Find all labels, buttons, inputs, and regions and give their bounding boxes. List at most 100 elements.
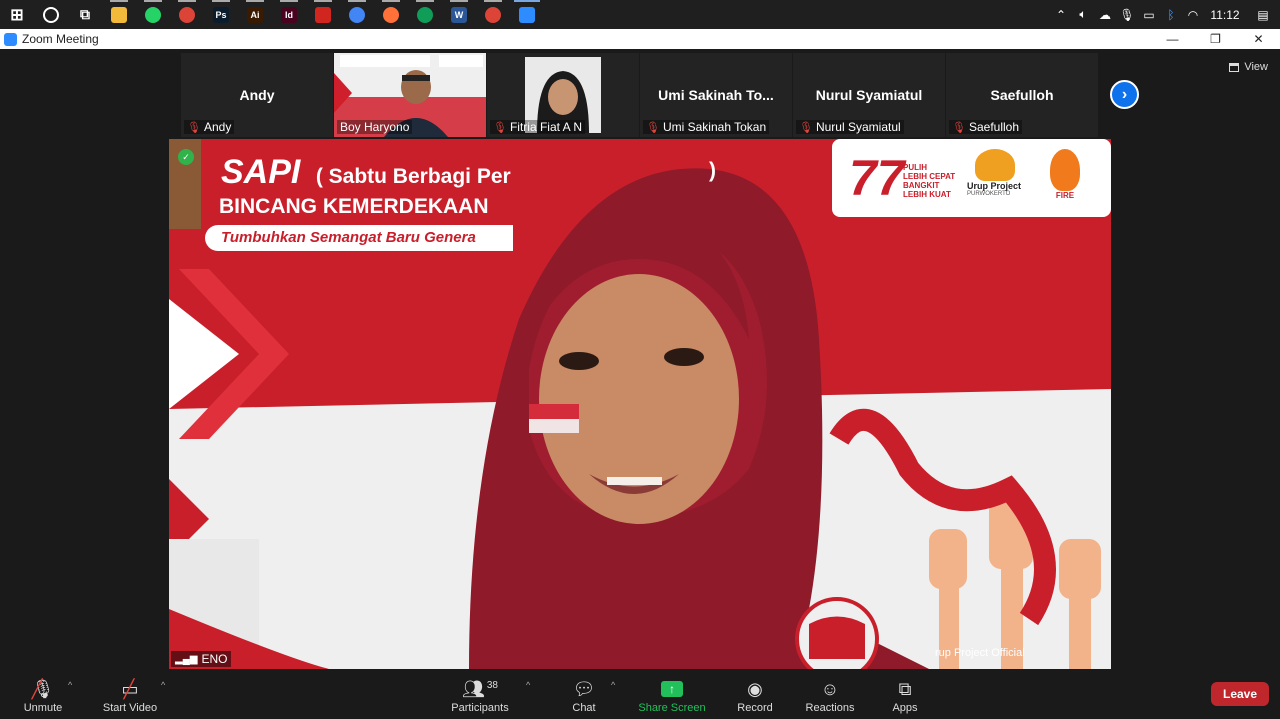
- battery-icon[interactable]: ▭: [1138, 0, 1160, 29]
- apps-button[interactable]: ⧉ Apps: [888, 670, 922, 719]
- chrome-glyph: [417, 6, 433, 23]
- view-button[interactable]: View: [1229, 61, 1268, 73]
- fire-flame-icon: [1050, 149, 1080, 191]
- participants-options-caret[interactable]: ^: [526, 680, 530, 690]
- illustrator-icon[interactable]: Ai: [238, 0, 272, 29]
- participant-name: Fitria Fiat A N: [509, 120, 582, 134]
- task-view-icon[interactable]: ⧉: [68, 0, 102, 29]
- share-screen-icon: ↑: [661, 681, 683, 697]
- volume-icon[interactable]: 🔈︎: [1072, 0, 1094, 29]
- fire-logo: FIRE: [1045, 149, 1085, 211]
- indesign-icon[interactable]: Id: [272, 0, 306, 29]
- logo-77: 77: [849, 150, 905, 206]
- whatsapp-glyph: [145, 6, 161, 23]
- close-button[interactable]: ✕: [1237, 29, 1280, 49]
- acrobat-icon[interactable]: [306, 0, 340, 29]
- participant-tile[interactable]: Nurul Syamiatul 🎙︎ Nurul Syamiatul: [793, 53, 945, 137]
- meeting-stage: View Andy 🎙︎ Andy Boy Haryono 🎙︎ Fitria …: [0, 49, 1280, 670]
- participants-button[interactable]: 👥︎ 38 Participants: [448, 670, 512, 719]
- participant-name: Saefulloh: [968, 120, 1020, 134]
- microphone-icon[interactable]: 🎙︎: [1116, 0, 1138, 29]
- window-title: Zoom Meeting: [22, 32, 99, 46]
- chevron-up-icon[interactable]: ⌃: [1050, 0, 1072, 29]
- participant-label: 🎙︎ Andy: [184, 120, 235, 134]
- photoshop-glyph: Ps: [213, 6, 229, 23]
- banner-line3: Tumbuhkan Semangat Baru Genera: [221, 229, 476, 246]
- next-page-button[interactable]: ›: [1110, 80, 1139, 109]
- bluetooth-icon[interactable]: ᛒ: [1160, 0, 1182, 29]
- minimize-button[interactable]: —: [1151, 29, 1194, 49]
- watermark-text: rup Project Official: [935, 647, 1025, 659]
- cloud-icon[interactable]: ☁︎: [1094, 0, 1116, 29]
- participant-tile[interactable]: 🎙︎ Fitria Fiat A N: [487, 53, 639, 137]
- record-button[interactable]: ◉ Record: [734, 670, 776, 719]
- tagline-line: BANGKIT: [903, 181, 940, 190]
- taskbar-apps: ⊞ ⧉ Ps Ai Id W: [0, 0, 544, 29]
- video-options-caret[interactable]: ^: [161, 680, 165, 690]
- participant-label: 🎙︎ Umi Sakinah Tokan: [643, 120, 770, 134]
- apps-icon: ⧉: [898, 679, 912, 699]
- banner-title: SAPI ( Sabtu Berbagi Per: [221, 153, 511, 192]
- mic-muted-icon: 🎙︎: [646, 121, 660, 134]
- windows-start-icon[interactable]: ⊞: [0, 0, 34, 29]
- participant-tile[interactable]: Andy 🎙︎ Andy: [181, 53, 333, 137]
- active-speaker-video[interactable]: SAPI ( Sabtu Berbagi Per ) BINCANG KEMER…: [169, 139, 1111, 669]
- mic-muted-icon: 🎙︎: [952, 121, 966, 134]
- logo-77-tagline: PULIH LEBIH CEPAT BANGKIT LEBIH KUAT: [903, 163, 955, 199]
- chrome-glyph: [179, 6, 195, 23]
- chrome-icon[interactable]: [476, 0, 510, 29]
- leave-button[interactable]: Leave: [1211, 682, 1269, 706]
- clock[interactable]: 11:12: [1204, 0, 1246, 29]
- zoom-glyph: [519, 6, 535, 23]
- apps-label: Apps: [892, 702, 918, 714]
- search-glyph: [43, 6, 59, 23]
- start-video-button[interactable]: ▭ ╱ Start Video: [98, 670, 162, 719]
- unmute-label: Unmute: [23, 702, 63, 714]
- chat-button[interactable]: 💬︎ Chat: [564, 670, 604, 719]
- search-icon[interactable]: [34, 0, 68, 29]
- task-view-glyph: ⧉: [80, 6, 90, 22]
- unmute-button[interactable]: 🎙︎ ╱ Unmute: [18, 670, 68, 719]
- chat-options-caret[interactable]: ^: [611, 680, 615, 690]
- mic-muted-icon: 🎙︎: [187, 121, 201, 134]
- start-video-label: Start Video: [102, 702, 158, 714]
- chrome-icon[interactable]: [340, 0, 374, 29]
- word-icon[interactable]: W: [442, 0, 476, 29]
- reactions-button[interactable]: ☺︎ Reactions: [802, 670, 858, 719]
- banner-subtitle: ( Sabtu Berbagi Per: [315, 165, 511, 188]
- zoom-icon[interactable]: [510, 0, 544, 29]
- participant-name: Andy: [203, 120, 232, 134]
- speaker-name: ENO: [201, 652, 228, 666]
- reactions-label: Reactions: [805, 702, 855, 714]
- wifi-icon[interactable]: ◠: [1182, 0, 1204, 29]
- mic-muted-icon: 🎙︎: [493, 121, 507, 134]
- firefox-icon[interactable]: [374, 0, 408, 29]
- share-screen-label: Share Screen: [638, 702, 706, 714]
- participant-tile[interactable]: Saefulloh 🎙︎ Saefulloh: [946, 53, 1098, 137]
- smiley-plus-icon: ☺︎: [820, 679, 840, 699]
- record-icon: ◉: [747, 679, 763, 699]
- chrome-icon[interactable]: [170, 0, 204, 29]
- participant-tile[interactable]: Boy Haryono: [334, 53, 486, 137]
- banner-sapi: SAPI: [221, 153, 301, 191]
- file-explorer-icon[interactable]: [102, 0, 136, 29]
- participant-tile[interactable]: Umi Sakinah To... 🎙︎ Umi Sakinah Tokan: [640, 53, 792, 137]
- chrome-glyph: [349, 6, 365, 23]
- signal-strength-icon: ▂▄▆: [175, 653, 198, 665]
- audio-options-caret[interactable]: ^: [68, 680, 72, 690]
- photoshop-icon[interactable]: Ps: [204, 0, 238, 29]
- word-glyph: W: [451, 6, 467, 23]
- urup-brand: Urup Project: [967, 181, 1022, 191]
- encryption-shield-icon[interactable]: ✓: [178, 149, 194, 165]
- record-label: Record: [737, 702, 773, 714]
- chrome-icon[interactable]: [408, 0, 442, 29]
- speaker-label: ▂▄▆ ENO: [171, 651, 232, 667]
- whatsapp-icon[interactable]: [136, 0, 170, 29]
- participant-display-name: Nurul Syamiatul: [815, 87, 923, 103]
- restore-button[interactable]: ❐: [1194, 29, 1237, 49]
- file-explorer-glyph: [111, 6, 127, 23]
- share-screen-button[interactable]: ↑ Share Screen: [636, 670, 708, 719]
- tagline-line: PULIH: [903, 163, 927, 172]
- notification-icon[interactable]: ▤: [1246, 0, 1280, 29]
- meeting-toolbar: 🎙︎ ╱ Unmute ^ ▭ ╱ Start Video ^ 👥︎ 38 Parti…: [0, 670, 1280, 719]
